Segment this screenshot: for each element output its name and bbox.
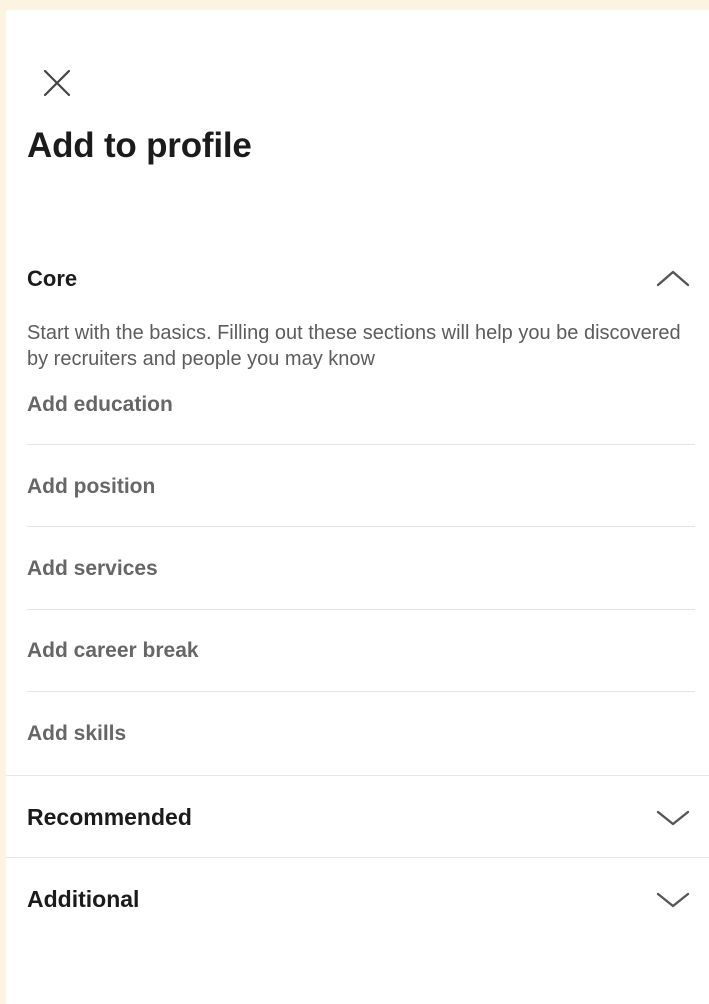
add-position-item[interactable]: Add position: [27, 458, 695, 540]
add-education-item[interactable]: Add education: [27, 376, 695, 458]
chevron-down-icon[interactable]: [653, 806, 693, 830]
core-description: Start with the basics. Filling out these…: [27, 322, 681, 370]
list-item-label: Add services: [27, 557, 158, 580]
section-header-additional[interactable]: Additional: [6, 858, 709, 938]
section-header-recommended[interactable]: Recommended: [6, 776, 709, 856]
section-title-core: Core: [27, 266, 78, 291]
add-to-profile-sheet: Add to profile Core Start with the basic…: [6, 10, 709, 1004]
divider: [27, 444, 695, 445]
list-item-label: Add skills: [27, 722, 127, 745]
list-item-label: Add career break: [27, 639, 199, 662]
list-item-label: Add education: [27, 393, 173, 416]
divider: [27, 691, 695, 692]
chevron-down-icon[interactable]: [653, 888, 693, 912]
chevron-up-icon[interactable]: [653, 266, 693, 290]
divider: [27, 609, 695, 610]
close-button[interactable]: [36, 62, 78, 104]
divider: [27, 526, 695, 527]
page-title: Add to profile: [27, 126, 252, 165]
section-title-recommended: Recommended: [27, 804, 192, 830]
section-title-additional: Additional: [27, 886, 140, 912]
list-item-label: Add position: [27, 475, 156, 498]
section-header-core[interactable]: Core: [6, 226, 709, 306]
close-icon: [43, 69, 71, 97]
